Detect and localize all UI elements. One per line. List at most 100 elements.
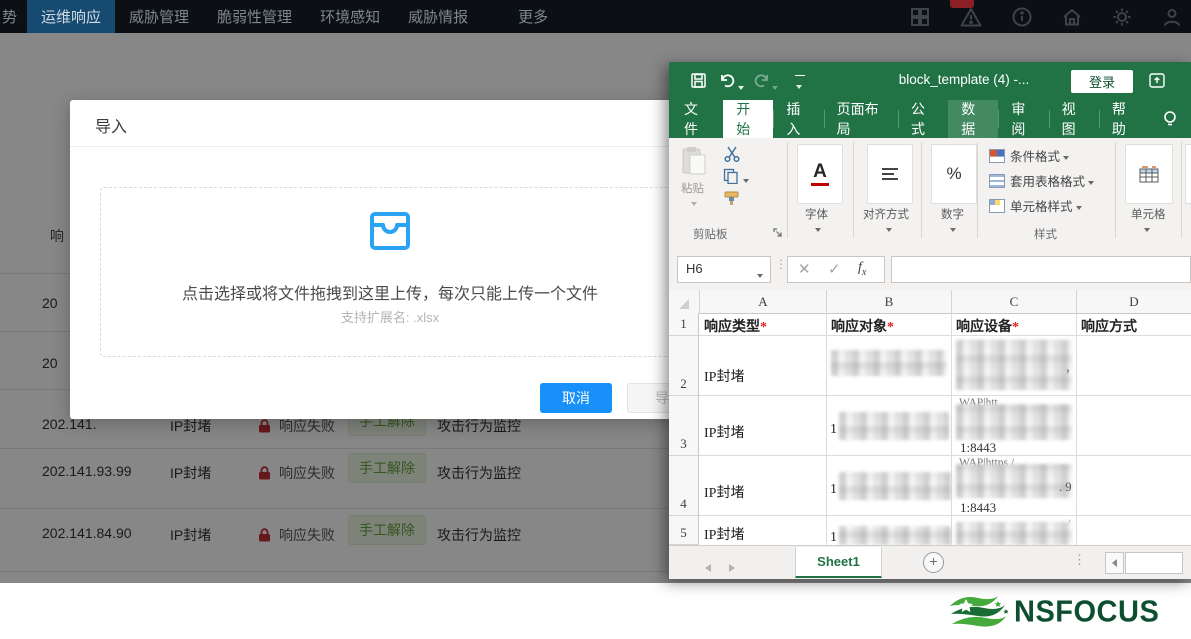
tab-bar-splitter[interactable]: ⋮: [1073, 552, 1086, 568]
paste-label[interactable]: 粘贴: [681, 180, 704, 196]
cut-icon[interactable]: [723, 145, 741, 166]
next-sheet-icon[interactable]: [729, 559, 735, 577]
formula-input[interactable]: [891, 256, 1191, 283]
formula-buttons: ✕ ✓ fx: [787, 256, 885, 283]
row-header-5[interactable]: 5: [669, 516, 699, 545]
row-header-4[interactable]: 4: [669, 456, 699, 516]
clipboard-group-label: 剪贴板: [693, 226, 728, 242]
cell-styles-button[interactable]: 单元格样式: [989, 196, 1082, 215]
redacted-cell: [839, 472, 951, 500]
cells-button[interactable]: [1125, 144, 1173, 204]
column-header-c[interactable]: C: [952, 290, 1077, 314]
format-painter-icon[interactable]: [723, 190, 741, 209]
cell-fragment: . 9: [1059, 480, 1072, 495]
apps-grid-icon[interactable]: [909, 6, 931, 28]
tab-help[interactable]: 帮助: [1099, 100, 1149, 138]
font-settings-button[interactable]: A: [797, 144, 843, 204]
cell-a2[interactable]: IP封堵: [704, 366, 744, 386]
nsfocus-flag-icon: [948, 592, 1012, 634]
gear-icon[interactable]: [1111, 6, 1133, 28]
font-group-label: 字体: [805, 206, 828, 222]
cell-a5[interactable]: IP封堵: [704, 524, 744, 544]
file-dropzone[interactable]: 点击选择或将文件拖拽到这里上传，每次只能上传一个文件 支持扩展名: .xlsx: [100, 187, 680, 357]
conditional-formatting-button[interactable]: 条件格式: [989, 146, 1069, 165]
format-as-table-icon: [989, 174, 1005, 188]
column-header-d[interactable]: D: [1077, 290, 1191, 314]
nav-item-partial[interactable]: 势: [0, 0, 27, 33]
cell-b1[interactable]: 响应对象*: [831, 316, 894, 336]
save-icon[interactable]: [691, 73, 706, 88]
user-icon[interactable]: [1161, 6, 1183, 28]
nav-item-env-awareness[interactable]: 环境感知: [306, 0, 394, 33]
hscroll-thumb[interactable]: [1125, 552, 1183, 574]
formula-bar: H6 ⋮ ✕ ✓ fx: [669, 248, 1191, 290]
redo-dropdown-icon[interactable]: [772, 79, 778, 97]
nav-item-threat-mgmt[interactable]: 威胁管理: [115, 0, 203, 33]
sheet-tab-sheet1[interactable]: Sheet1: [795, 547, 882, 578]
nav-item-threat-intel[interactable]: 威胁情报: [394, 0, 482, 33]
column-header-b[interactable]: B: [827, 290, 952, 314]
new-sheet-button[interactable]: +: [923, 552, 944, 573]
formula-bar-splitter[interactable]: ⋮: [775, 257, 787, 271]
cancel-button[interactable]: 取消: [540, 383, 612, 413]
cell-a1[interactable]: 响应类型*: [704, 316, 767, 336]
alignment-button[interactable]: [867, 144, 913, 204]
upload-tray-icon: [365, 210, 415, 257]
tab-data[interactable]: 数据: [948, 100, 998, 138]
column-header-a[interactable]: A: [700, 290, 827, 314]
tab-home[interactable]: 开始: [723, 100, 773, 138]
excel-titlebar: block_template (4) -... 登录: [669, 62, 1191, 100]
notification-badge: [950, 0, 974, 8]
cell-c3-port: 1:8443: [960, 440, 996, 456]
home-icon[interactable]: [1061, 6, 1083, 28]
sheet-tab-bar: Sheet1 + ⋮: [669, 545, 1191, 579]
nav-item-vuln-mgmt[interactable]: 脆弱性管理: [203, 0, 306, 33]
undo-dropdown-icon[interactable]: [738, 79, 744, 97]
tab-file[interactable]: 文件: [669, 100, 723, 138]
copy-icon[interactable]: [723, 168, 739, 187]
nsfocus-logo: NSFOCUS: [948, 592, 1186, 634]
insert-function-icon[interactable]: fx: [858, 260, 866, 278]
cell-b3[interactable]: 1: [830, 422, 837, 438]
conditional-formatting-icon: [989, 149, 1005, 163]
redo-icon[interactable]: [753, 72, 770, 89]
tab-formulas[interactable]: 公式: [898, 100, 948, 138]
select-all-corner[interactable]: [669, 290, 700, 314]
dialog-header: 导入: [70, 100, 710, 147]
tell-me-search-icon[interactable]: [1149, 100, 1191, 138]
cell-fragment: ，: [1065, 360, 1077, 376]
row-header-1[interactable]: 1: [669, 313, 699, 336]
prev-sheet-icon[interactable]: [705, 559, 711, 577]
cell-a3[interactable]: IP封堵: [704, 422, 744, 442]
row-header-2[interactable]: 2: [669, 336, 699, 396]
quick-access-toolbar-icon[interactable]: [795, 75, 805, 96]
nav-item-more[interactable]: 更多: [504, 0, 562, 33]
name-box[interactable]: H6: [677, 256, 771, 283]
confirm-entry-icon[interactable]: ✓: [828, 260, 841, 278]
tab-page-layout[interactable]: 页面布局: [824, 100, 898, 138]
top-navbar: 势 运维响应 威胁管理 脆弱性管理 环境感知 威胁情报 更多: [0, 0, 1191, 33]
nav-item-ops-response[interactable]: 运维响应: [27, 0, 115, 33]
cancel-entry-icon[interactable]: ✕: [798, 260, 811, 278]
info-icon[interactable]: [1011, 6, 1033, 28]
hscroll-left-button[interactable]: [1105, 552, 1124, 574]
tab-view[interactable]: 视图: [1049, 100, 1099, 138]
sheet-grid[interactable]: A B C D 1 2 3 4 5 响应类型* 响应对象* 响应设备* 响应方式…: [669, 290, 1191, 545]
undo-icon[interactable]: [719, 72, 736, 89]
clipboard-dialog-launcher-icon[interactable]: [773, 227, 783, 241]
tab-review[interactable]: 审阅: [998, 100, 1048, 138]
cell-a4[interactable]: IP封堵: [704, 482, 744, 502]
format-as-table-button[interactable]: 套用表格格式: [989, 171, 1094, 190]
tab-insert[interactable]: 插入: [773, 100, 823, 138]
ribbon-display-options-icon[interactable]: [1149, 73, 1165, 88]
number-format-button[interactable]: %: [931, 144, 977, 204]
cell-c1[interactable]: 响应设备*: [956, 316, 1019, 336]
cell-d1[interactable]: 响应方式: [1081, 316, 1137, 336]
sign-in-button[interactable]: 登录: [1071, 70, 1133, 93]
cell-b4[interactable]: 1: [830, 482, 837, 498]
paste-icon[interactable]: [681, 146, 707, 179]
row-header-3[interactable]: 3: [669, 396, 699, 456]
alert-triangle-icon[interactable]: [959, 6, 983, 28]
cell-b5[interactable]: 1: [830, 530, 837, 545]
ribbon: 粘贴 剪贴板 A 字体 对齐方式 % 数字 条件格式: [669, 138, 1191, 249]
